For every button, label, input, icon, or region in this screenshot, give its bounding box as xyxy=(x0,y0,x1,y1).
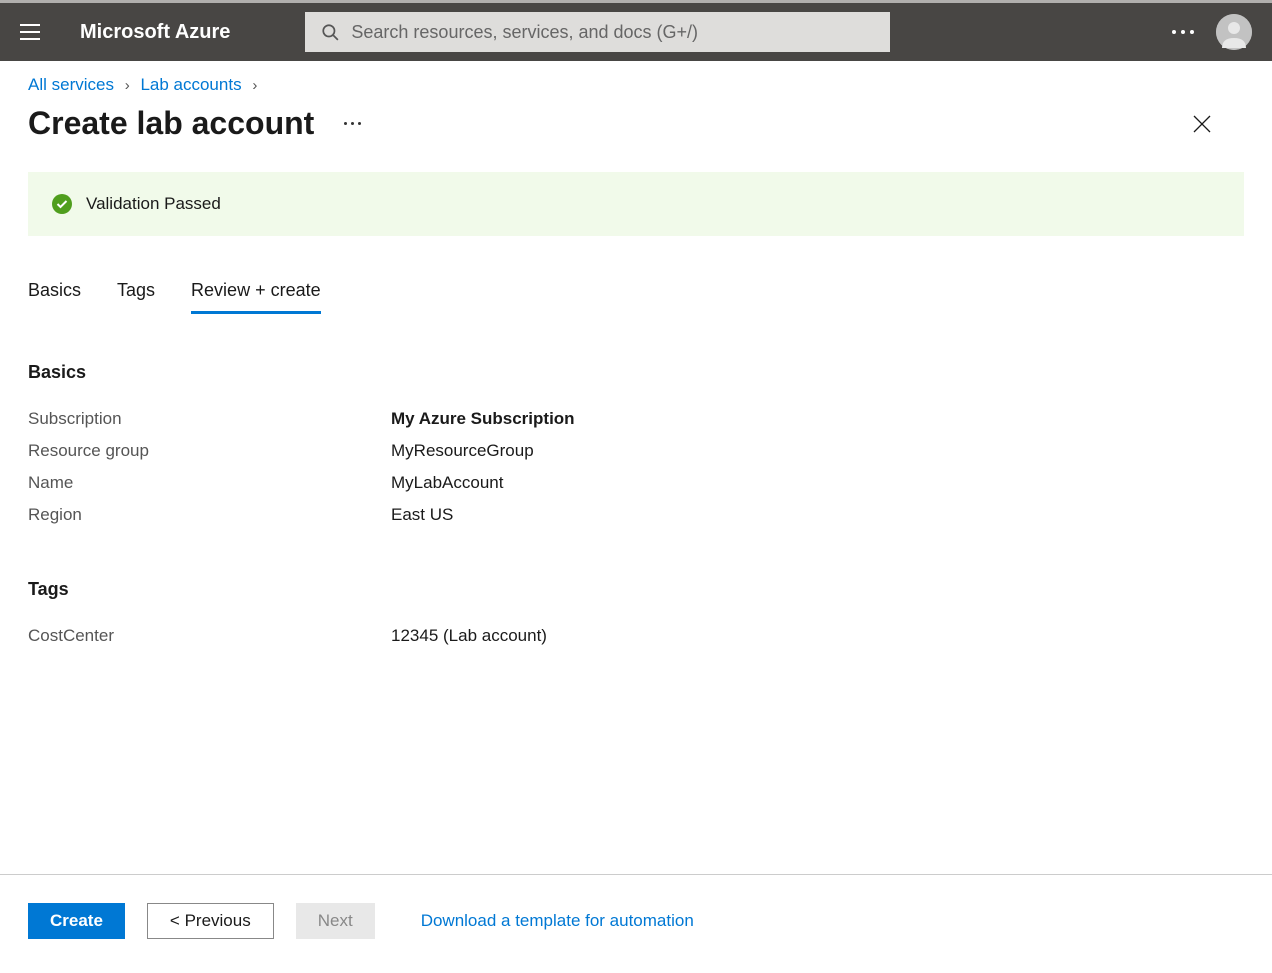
label-costcenter: CostCenter xyxy=(28,626,391,646)
value-resource-group: MyResourceGroup xyxy=(391,441,534,461)
check-circle-icon xyxy=(52,194,72,214)
create-button[interactable]: Create xyxy=(28,903,125,939)
page-title: Create lab account xyxy=(28,105,314,142)
value-region: East US xyxy=(391,505,453,525)
next-button[interactable]: Next xyxy=(296,903,375,939)
search-icon xyxy=(321,23,339,41)
value-name: MyLabAccount xyxy=(391,473,503,493)
label-region: Region xyxy=(28,505,391,525)
download-template-link[interactable]: Download a template for automation xyxy=(421,911,694,931)
hamburger-menu-button[interactable] xyxy=(20,24,40,40)
breadcrumb-link-lab-accounts[interactable]: Lab accounts xyxy=(140,75,241,94)
section-tags: Tags CostCenter 12345 (Lab account) xyxy=(28,579,1244,652)
value-costcenter: 12345 (Lab account) xyxy=(391,626,547,646)
search-input[interactable] xyxy=(305,12,890,52)
tab-basics[interactable]: Basics xyxy=(28,280,81,314)
row-subscription: Subscription My Azure Subscription xyxy=(28,403,1244,435)
row-name: Name MyLabAccount xyxy=(28,467,1244,499)
avatar[interactable] xyxy=(1216,14,1252,50)
section-basics: Basics Subscription My Azure Subscriptio… xyxy=(28,362,1244,531)
row-region: Region East US xyxy=(28,499,1244,531)
close-button[interactable] xyxy=(1190,112,1214,136)
validation-message: Validation Passed xyxy=(86,194,221,214)
chevron-right-icon: › xyxy=(252,77,257,94)
brand-logo: Microsoft Azure xyxy=(80,21,230,44)
label-resource-group: Resource group xyxy=(28,441,391,461)
title-more-button[interactable] xyxy=(344,122,361,125)
section-heading-tags: Tags xyxy=(28,579,1244,600)
row-costcenter: CostCenter 12345 (Lab account) xyxy=(28,620,1244,652)
header-more-button[interactable] xyxy=(1172,30,1194,34)
footer-action-bar: Create < Previous Next Download a templa… xyxy=(0,874,1272,973)
label-name: Name xyxy=(28,473,391,493)
breadcrumb-link-all-services[interactable]: All services xyxy=(28,75,114,94)
validation-banner: Validation Passed xyxy=(28,172,1244,236)
label-subscription: Subscription xyxy=(28,409,391,429)
tab-tags[interactable]: Tags xyxy=(117,280,155,314)
tab-review-create[interactable]: Review + create xyxy=(191,280,321,314)
section-heading-basics: Basics xyxy=(28,362,1244,383)
value-subscription: My Azure Subscription xyxy=(391,409,575,429)
breadcrumb: All services › Lab accounts › xyxy=(0,61,1272,95)
previous-button[interactable]: < Previous xyxy=(147,903,274,939)
chevron-right-icon: › xyxy=(125,77,130,94)
row-resource-group: Resource group MyResourceGroup xyxy=(28,435,1244,467)
tabs: Basics Tags Review + create xyxy=(28,280,1244,314)
